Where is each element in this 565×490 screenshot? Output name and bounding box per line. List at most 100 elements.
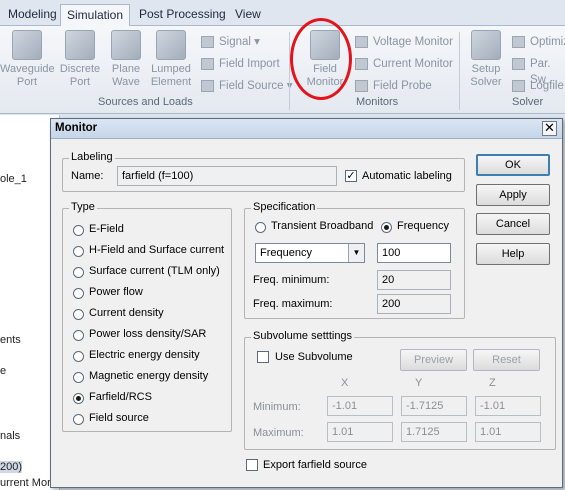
use-subvolume-checkbox[interactable] — [257, 351, 269, 363]
use-subvolume-label: Use Subvolume — [275, 351, 353, 363]
frequency-radio[interactable] — [381, 222, 392, 233]
optimize-button[interactable]: Optimiz — [512, 34, 565, 50]
z-header: Z — [489, 377, 496, 389]
type-label-power-loss-density-sar: Power loss density/SAR — [89, 328, 207, 340]
help-button[interactable]: Help — [476, 243, 550, 265]
type-label-farfield-rcs: Farfield/RCS — [89, 391, 152, 403]
field-probe-button[interactable]: Field Probe — [355, 78, 432, 94]
tree-item[interactable]: ole_1 — [0, 173, 27, 185]
z-max-field[interactable]: 1.01 — [475, 422, 541, 442]
close-button[interactable]: ✕ — [542, 121, 557, 136]
freq-minimum-field[interactable]: 20 — [377, 270, 451, 290]
labeling-group: Labeling Name: farfield (f=100) ✓ Automa… — [62, 151, 465, 192]
x-min-field[interactable]: -1.01 — [327, 396, 393, 416]
type-label-surface-current-tlm-only: Surface current (TLM only) — [89, 265, 220, 277]
monitor-dialog: Monitor ✕ Labeling Name: farfield (f=100… — [50, 118, 563, 488]
export-farfield-label: Export farfield source — [263, 459, 367, 471]
type-radio-electric-energy-density[interactable] — [73, 351, 84, 362]
field-import-button[interactable]: Field Import — [201, 56, 280, 72]
type-radio-magnetic-energy-density[interactable] — [73, 372, 84, 383]
tree-item[interactable]: 200) — [0, 461, 23, 473]
voltage-monitor-icon — [355, 36, 368, 48]
ribbon-separator — [289, 32, 290, 110]
transient-broadband-label: Transient Broadband — [271, 220, 374, 232]
frequency-label: Frequency — [397, 220, 449, 232]
lumped-element-icon — [156, 30, 186, 60]
type-radio-farfield-rcs[interactable] — [73, 393, 84, 404]
sources-and-loads-group-label: Sources and Loads — [98, 96, 193, 108]
ribbon-tabbar: Modeling Simulation Post Processing View — [0, 0, 565, 27]
tree-item[interactable]: urrent Mor — [0, 477, 51, 489]
par-sweep-icon — [512, 58, 525, 70]
optimize-icon — [512, 36, 525, 48]
tab-view[interactable]: View — [229, 4, 267, 26]
z-min-field[interactable]: -1.01 — [475, 396, 541, 416]
frequency-dropdown[interactable]: Frequency ▼ — [255, 243, 365, 263]
tree-item[interactable]: e — [0, 365, 6, 377]
maximum-label: Maximum: — [253, 427, 304, 439]
field-import-icon — [201, 58, 214, 70]
tree-item[interactable]: nals — [0, 430, 20, 442]
dialog-title: Monitor — [51, 119, 562, 139]
type-label-e-field: E-Field — [89, 223, 124, 235]
frequency-value-field[interactable]: 100 — [377, 243, 451, 263]
subvolume-group: Subvolume setttings Use Subvolume Previe… — [244, 330, 556, 450]
field-source-button[interactable]: Field Source ▾ — [201, 78, 293, 94]
type-label-magnetic-energy-density: Magnetic energy density — [89, 370, 209, 382]
tab-simulation[interactable]: Simulation — [60, 4, 131, 27]
ribbon-separator — [459, 32, 460, 110]
specification-group: Specification Transient Broadband Freque… — [244, 201, 465, 319]
transient-broadband-radio[interactable] — [255, 222, 266, 233]
x-max-field[interactable]: 1.01 — [327, 422, 393, 442]
lumped-element-button[interactable]: Lumped Element — [148, 30, 194, 89]
type-label-power-flow: Power flow — [89, 286, 143, 298]
type-legend: Type — [69, 201, 97, 213]
freq-maximum-label: Freq. maximum: — [253, 298, 333, 310]
x-header: X — [341, 377, 349, 389]
type-radio-field-source[interactable] — [73, 414, 84, 425]
discrete-port-button[interactable]: Discrete Port — [58, 30, 102, 89]
par-sweep-button[interactable]: Par. Sw — [512, 56, 565, 86]
type-radio-power-flow[interactable] — [73, 288, 84, 299]
plane-wave-icon — [111, 30, 141, 60]
field-source-icon — [201, 80, 214, 92]
type-radio-surface-current-tlm-only[interactable] — [73, 267, 84, 278]
tree-item[interactable]: ents — [0, 334, 21, 346]
type-label-field-source: Field source — [89, 412, 149, 424]
current-monitor-button[interactable]: Current Monitor — [355, 56, 453, 72]
type-radio-e-field[interactable] — [73, 225, 84, 236]
solver-group-label: Solver — [512, 96, 544, 108]
setup-solver-button[interactable]: Setup Solver — [466, 30, 506, 89]
chevron-down-icon: ▼ — [348, 244, 364, 262]
type-group: Type E-Field H-Field and Surface current S… — [62, 201, 232, 432]
type-radio-h-field-and-surface-current[interactable] — [73, 246, 84, 257]
type-label-electric-energy-density: Electric energy density — [89, 349, 200, 361]
reset-button[interactable]: Reset — [473, 349, 540, 371]
ok-button[interactable]: OK — [476, 154, 550, 176]
logfile-icon — [512, 80, 525, 92]
name-field[interactable]: farfield (f=100) — [117, 166, 337, 186]
waveguide-port-button[interactable]: Waveguide Port — [0, 30, 55, 89]
highlight-circle — [290, 18, 352, 100]
tab-modeling[interactable]: Modeling — [2, 4, 63, 26]
apply-button[interactable]: Apply — [476, 184, 550, 206]
freq-maximum-field[interactable]: 200 — [377, 294, 451, 314]
automatic-labeling-checkbox[interactable]: ✓ — [345, 170, 357, 182]
current-monitor-icon — [355, 58, 368, 70]
preview-button[interactable]: Preview — [400, 349, 467, 371]
setup-solver-icon — [471, 30, 501, 60]
cancel-button[interactable]: Cancel — [476, 213, 550, 235]
freq-minimum-label: Freq. minimum: — [253, 274, 330, 286]
voltage-monitor-button[interactable]: Voltage Monitor — [355, 34, 453, 50]
y-min-field[interactable]: -1.7125 — [401, 396, 467, 416]
logfile-button[interactable]: Logfile — [512, 78, 564, 94]
export-farfield-checkbox[interactable] — [246, 459, 258, 471]
y-max-field[interactable]: 1.7125 — [401, 422, 467, 442]
type-label-current-density: Current density — [89, 307, 164, 319]
type-radio-power-loss-density-sar[interactable] — [73, 330, 84, 341]
tab-post-processing[interactable]: Post Processing — [133, 4, 232, 26]
automatic-labeling-label: Automatic labeling — [362, 170, 452, 182]
plane-wave-button[interactable]: Plane Wave — [106, 30, 146, 89]
signal-button[interactable]: Signal ▾ — [201, 34, 260, 50]
type-radio-current-density[interactable] — [73, 309, 84, 320]
